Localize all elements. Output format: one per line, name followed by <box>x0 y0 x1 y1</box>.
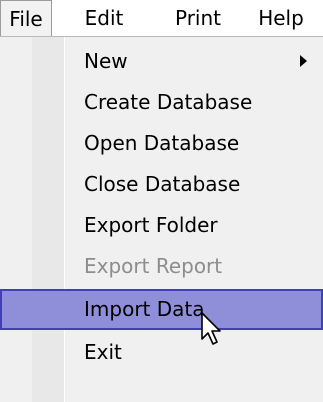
menu-item-label: Create Database <box>84 90 253 114</box>
menu-item-exit[interactable]: Exit <box>0 332 323 373</box>
menu-item-label: New <box>84 49 128 73</box>
menu-item-new[interactable]: New <box>0 41 323 82</box>
menu-help[interactable]: Help <box>255 0 307 36</box>
menu-item-label: Import Data <box>84 297 205 321</box>
arrow-pointer-icon <box>201 312 221 345</box>
menu-edit[interactable]: Edit <box>80 0 128 36</box>
menu-item-label: Open Database <box>84 131 240 155</box>
menu-print[interactable]: Print <box>170 0 226 36</box>
menu-item-label: Close Database <box>84 172 241 196</box>
file-dropdown-menu: New Create Database Open Database Close … <box>0 36 323 402</box>
menu-item-label: Exit <box>84 340 122 364</box>
menu-item-label: Export Folder <box>84 213 218 237</box>
menu-file[interactable]: File <box>0 0 52 36</box>
menu-item-label: Export Report <box>84 254 223 278</box>
menu-item-export-report: Export Report <box>0 246 323 287</box>
menu-bar: File Edit Print Help <box>0 0 323 36</box>
menu-item-open-database[interactable]: Open Database <box>0 123 323 164</box>
menu-item-create-database[interactable]: Create Database <box>0 82 323 123</box>
menu-item-export-folder[interactable]: Export Folder <box>0 205 323 246</box>
submenu-arrow-icon <box>300 55 307 67</box>
menu-item-close-database[interactable]: Close Database <box>0 164 323 205</box>
menu-item-import-data[interactable]: Import Data <box>0 289 323 330</box>
